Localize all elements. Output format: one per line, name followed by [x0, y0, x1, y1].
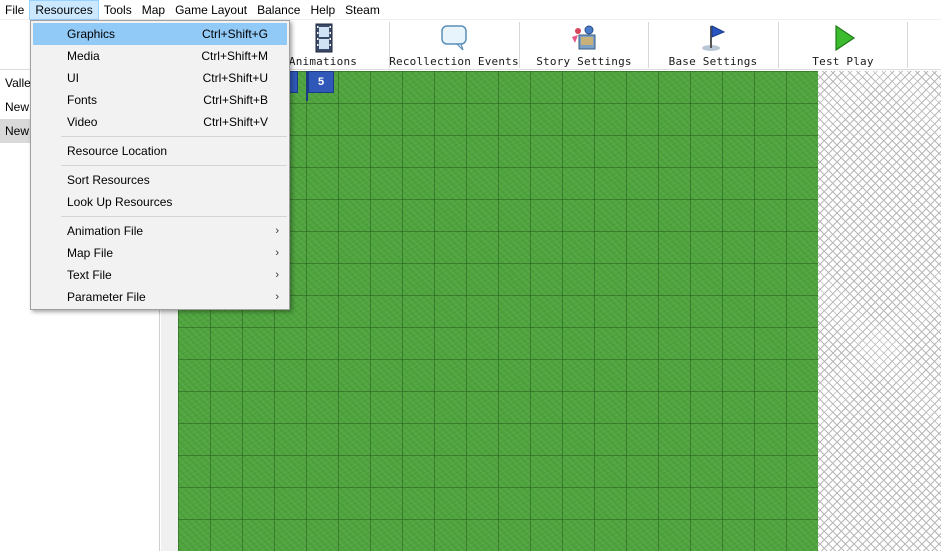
menu-item-shortcut: Ctrl+Shift+V [203, 115, 268, 129]
menu-item-resource-location[interactable]: Resource Location [33, 140, 287, 162]
test-play-label: Test Play [812, 55, 874, 68]
menu-help[interactable]: Help [305, 0, 340, 20]
chevron-right-icon: › [275, 225, 279, 237]
menu-bar: File Resources Tools Map Game Layout Bal… [0, 0, 941, 20]
menu-balance[interactable]: Balance [252, 0, 305, 20]
menu-item-label: Animation File [67, 224, 144, 238]
recollection-events-button[interactable]: Recollection Events [389, 20, 519, 70]
menu-separator [61, 136, 287, 137]
base-settings-button[interactable]: Base Settings [649, 20, 777, 70]
menu-tools[interactable]: Tools [99, 0, 137, 20]
chevron-right-icon: › [275, 291, 279, 303]
menu-item-video[interactable]: Video Ctrl+Shift+V [33, 111, 287, 133]
menu-item-animation-file[interactable]: Animation File › [33, 220, 287, 242]
marker-number: 5 [317, 76, 325, 88]
menu-item-label: Sort Resources [67, 173, 150, 187]
menu-separator [61, 165, 287, 166]
story-settings-button[interactable]: Story Settings [520, 20, 648, 70]
menu-item-shortcut: Ctrl+Shift+M [201, 49, 268, 63]
chevron-right-icon: › [275, 269, 279, 281]
menu-item-label: Fonts [67, 93, 98, 107]
play-icon [835, 24, 856, 52]
menu-item-label: Video [67, 115, 98, 129]
menu-item-label: Look Up Resources [67, 195, 173, 209]
menu-item-label: UI [67, 71, 79, 85]
story-settings-label: Story Settings [536, 55, 632, 68]
base-settings-label: Base Settings [668, 55, 758, 68]
menu-steam[interactable]: Steam [340, 0, 385, 20]
menu-item-look-up-resources[interactable]: Look Up Resources [33, 191, 287, 213]
test-play-button[interactable]: Test Play [779, 20, 907, 70]
menu-resources[interactable]: Resources [29, 0, 99, 20]
menu-item-label: Map File [67, 246, 114, 260]
menu-item-shortcut: Ctrl+Shift+B [203, 93, 268, 107]
menu-item-media[interactable]: Media Ctrl+Shift+M [33, 45, 287, 67]
film-strip-icon [315, 23, 333, 53]
chevron-right-icon: › [275, 247, 279, 259]
menu-game-layout[interactable]: Game Layout [170, 0, 252, 20]
resources-dropdown-menu: Graphics Ctrl+Shift+G Media Ctrl+Shift+M… [30, 20, 290, 310]
menu-item-parameter-file[interactable]: Parameter File › [33, 286, 287, 308]
menu-item-label: Graphics [67, 27, 116, 41]
map-marker-flag[interactable]: 5 [308, 71, 334, 93]
menu-item-shortcut: Ctrl+Shift+G [201, 27, 268, 41]
menu-item-map-file[interactable]: Map File › [33, 242, 287, 264]
menu-item-label: Text File [67, 268, 112, 282]
menu-item-label: Media [67, 49, 100, 63]
recollection-events-label: Recollection Events [389, 55, 519, 68]
menu-item-graphics[interactable]: Graphics Ctrl+Shift+G [33, 23, 287, 45]
map-out-of-bounds-area [818, 71, 941, 551]
menu-item-ui[interactable]: UI Ctrl+Shift+U [33, 67, 287, 89]
menu-map[interactable]: Map [137, 0, 170, 20]
menu-item-text-file[interactable]: Text File › [33, 264, 287, 286]
menu-item-shortcut: Ctrl+Shift+U [202, 71, 268, 85]
story-settings-icon [572, 25, 596, 50]
menu-item-fonts[interactable]: Fonts Ctrl+Shift+B [33, 89, 287, 111]
menu-item-sort-resources[interactable]: Sort Resources [33, 169, 287, 191]
blue-flag-icon [702, 25, 726, 51]
speech-bubble-icon [441, 25, 467, 51]
menu-file[interactable]: File [0, 0, 29, 20]
menu-item-label: Parameter File [67, 290, 146, 304]
menu-item-label: Resource Location [67, 144, 168, 158]
menu-separator [61, 216, 287, 217]
animations-button[interactable]: Animations [288, 20, 358, 70]
animations-label: Animations [288, 55, 358, 68]
